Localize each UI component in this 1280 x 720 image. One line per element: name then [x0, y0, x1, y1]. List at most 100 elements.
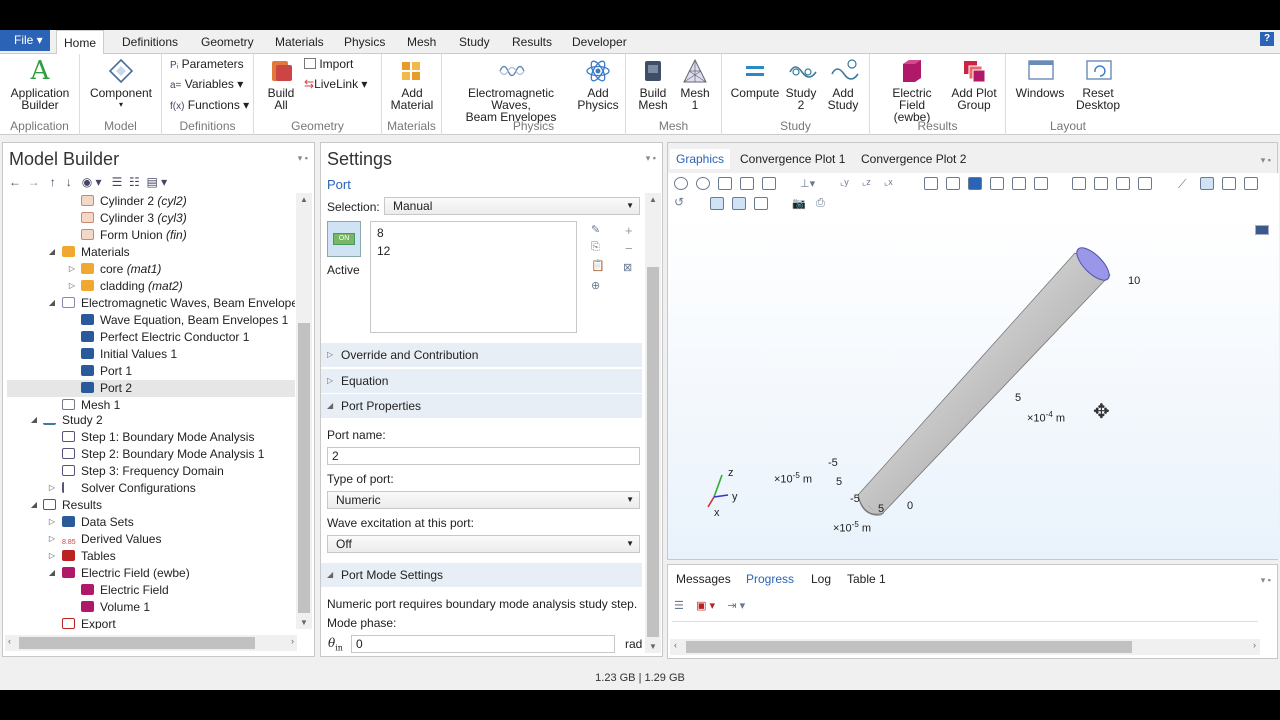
print-icon[interactable] — [1244, 177, 1258, 190]
tab-developer[interactable]: Developer — [565, 30, 634, 54]
tab-graphics[interactable]: Graphics — [670, 149, 731, 169]
select-surface-icon[interactable] — [968, 177, 982, 190]
tree-item-materials[interactable]: Materials — [62, 244, 130, 261]
back-arrow-icon[interactable]: ← — [9, 175, 21, 189]
progress-hscrollbar[interactable]: ‹ › — [670, 639, 1260, 655]
add-material-button[interactable]: Add Material — [386, 58, 438, 111]
view-axes-icon[interactable]: ⊥▾ — [800, 177, 815, 190]
tab-convergence-plot-2[interactable]: Convergence Plot 2 — [855, 149, 972, 169]
scroll-thumb[interactable] — [647, 267, 659, 637]
scroll-left-icon[interactable]: ‹ — [674, 640, 677, 650]
expander-icon[interactable]: ◢ — [29, 500, 39, 509]
yz-view-icon[interactable]: ⌞z — [862, 177, 876, 190]
port-name-input[interactable]: 2 — [327, 447, 640, 465]
electric-field-button[interactable]: Electric Field (ewbe) — [878, 58, 946, 123]
tree-item-tables[interactable]: Tables — [62, 548, 116, 565]
xy-view-icon[interactable]: ⌞y — [840, 177, 854, 190]
em-waves-button[interactable]: Electromagnetic Waves, Beam Envelopes — [448, 58, 574, 123]
tab-log[interactable]: Log — [805, 569, 837, 589]
tab-geometry[interactable]: Geometry — [194, 30, 261, 54]
expander-icon[interactable]: ◢ — [47, 568, 57, 577]
tab-table1[interactable]: Table 1 — [841, 569, 892, 589]
scroll-down-icon[interactable]: ▼ — [300, 618, 308, 627]
list-item[interactable]: 12 — [377, 244, 390, 258]
mode-phase-input[interactable]: 0 — [351, 635, 615, 653]
expander-icon[interactable]: ▷ — [47, 551, 57, 560]
tree-item-core[interactable]: core (mat1) — [81, 261, 161, 278]
up-arrow-icon[interactable]: ↑ — [50, 175, 56, 189]
tree-item-data-sets[interactable]: Data Sets — [62, 514, 134, 531]
component-button[interactable]: Component ▾ — [88, 58, 154, 111]
tab-study[interactable]: Study — [452, 30, 497, 54]
panel-pin-icon[interactable]: ▾ ▪ — [1261, 155, 1271, 166]
scroll-thumb[interactable] — [19, 637, 255, 649]
scene-light-icon[interactable] — [1116, 177, 1130, 190]
file-menu-button[interactable]: File ▾ — [0, 30, 50, 51]
tree-item-cladding[interactable]: cladding (mat2) — [81, 278, 183, 295]
tab-messages[interactable]: Messages — [670, 569, 737, 589]
tree-item-study2[interactable]: Study 2 — [43, 412, 103, 429]
selection-dropdown[interactable]: Manual ▼ — [384, 197, 640, 215]
perspective-icon[interactable] — [710, 197, 724, 210]
show-icon[interactable]: ◉ ▾ — [82, 175, 102, 189]
orthographic-icon[interactable] — [732, 197, 746, 210]
render-icon[interactable] — [1138, 177, 1152, 190]
show-axis-icon[interactable] — [1200, 177, 1214, 190]
expand-all-icon[interactable]: ☷ — [129, 175, 140, 189]
clipboard-icon[interactable]: 📋 — [591, 259, 605, 272]
tree-item-step2[interactable]: Step 2: Boundary Mode Analysis 1 — [62, 446, 264, 463]
section-port-properties[interactable]: ◢ Port Properties — [321, 394, 642, 418]
scroll-right-icon[interactable]: › — [1253, 640, 1256, 650]
expander-icon[interactable]: ▷ — [47, 534, 57, 543]
select-boundaries-icon[interactable] — [924, 177, 938, 190]
zx-view-icon[interactable]: ⌞x — [884, 177, 898, 190]
mesh1-button[interactable]: Mesh 1 — [678, 58, 712, 111]
tree-item-em-waves[interactable]: Electromagnetic Waves, Beam Envelopes ( — [62, 295, 295, 312]
panel-pin-icon[interactable]: ▾ ▪ — [646, 153, 656, 164]
tab-home[interactable]: Home — [56, 30, 105, 55]
list-item[interactable]: 8 — [377, 226, 384, 240]
expander-icon[interactable]: ▷ — [47, 483, 57, 492]
scroll-up-icon[interactable]: ▲ — [649, 195, 657, 204]
down-arrow-icon[interactable]: ↓ — [66, 175, 72, 189]
model-tree-vscrollbar[interactable]: ▲ ▼ — [296, 193, 312, 629]
reset-view-icon[interactable]: ↺ — [674, 195, 684, 209]
graphics-viewport[interactable]: 10 5 ×10-4 m ✥ -5 ×10-5 m 5 -5 5 0 ×10-5… — [668, 217, 1279, 559]
active-toggle[interactable]: ON — [327, 221, 361, 257]
settings-vscrollbar[interactable]: ▲ ▼ — [645, 193, 661, 653]
section-override[interactable]: ▷ Override and Contribution — [321, 343, 642, 367]
parameters-button[interactable]: Pᵢ Parameters — [170, 55, 244, 73]
tab-convergence-plot-1[interactable]: Convergence Plot 1 — [734, 149, 851, 169]
copy-view-icon[interactable] — [754, 197, 768, 210]
add-physics-button[interactable]: Add Physics — [576, 58, 620, 111]
tree-item-export[interactable]: Export — [62, 616, 116, 629]
tree-item-solver-configs[interactable]: Solver Configurations — [62, 480, 196, 497]
tab-results[interactable]: Results — [505, 30, 559, 54]
compute-button[interactable]: Compute — [730, 58, 780, 99]
panel-pin-icon[interactable]: ▾ ▪ — [1261, 575, 1271, 586]
remove-icon[interactable]: − — [625, 241, 633, 256]
zoom-out-icon[interactable] — [696, 177, 710, 190]
tree-item-electric-field[interactable]: Electric Field — [81, 582, 169, 599]
collapse-all-icon[interactable]: ☰ — [112, 175, 123, 189]
scroll-left-icon[interactable]: ‹ — [8, 636, 11, 646]
tree-item-form-union[interactable]: Form Union (fin) — [81, 227, 187, 244]
expander-icon[interactable]: ◢ — [29, 415, 39, 424]
show-legend-icon[interactable] — [1222, 177, 1236, 190]
scroll-thumb[interactable] — [298, 323, 310, 613]
tree-item-cylinder2[interactable]: Cylinder 2 (cyl2) — [81, 193, 187, 210]
select-domains-icon[interactable] — [946, 177, 960, 190]
import-button[interactable]: Import — [304, 55, 353, 73]
expander-icon[interactable]: ◢ — [47, 247, 57, 256]
tree-item-cylinder3[interactable]: Cylinder 3 (cyl3) — [81, 210, 187, 227]
expander-icon[interactable]: ◢ — [47, 298, 57, 307]
windows-button[interactable]: Windows — [1014, 58, 1066, 99]
scroll-thumb[interactable] — [686, 641, 1132, 653]
add-study-button[interactable]: Add Study — [824, 58, 862, 111]
tree-item-port2[interactable]: Port 2 — [7, 380, 295, 397]
paste-selection-icon[interactable]: ✎ — [591, 223, 600, 236]
type-of-port-dropdown[interactable]: Numeric ▼ — [327, 491, 640, 509]
progress-list-icon[interactable]: ☰ — [674, 600, 684, 612]
wave-excitation-dropdown[interactable]: Off ▼ — [327, 535, 640, 553]
stop-icon[interactable]: ▣ ▾ — [696, 600, 715, 612]
